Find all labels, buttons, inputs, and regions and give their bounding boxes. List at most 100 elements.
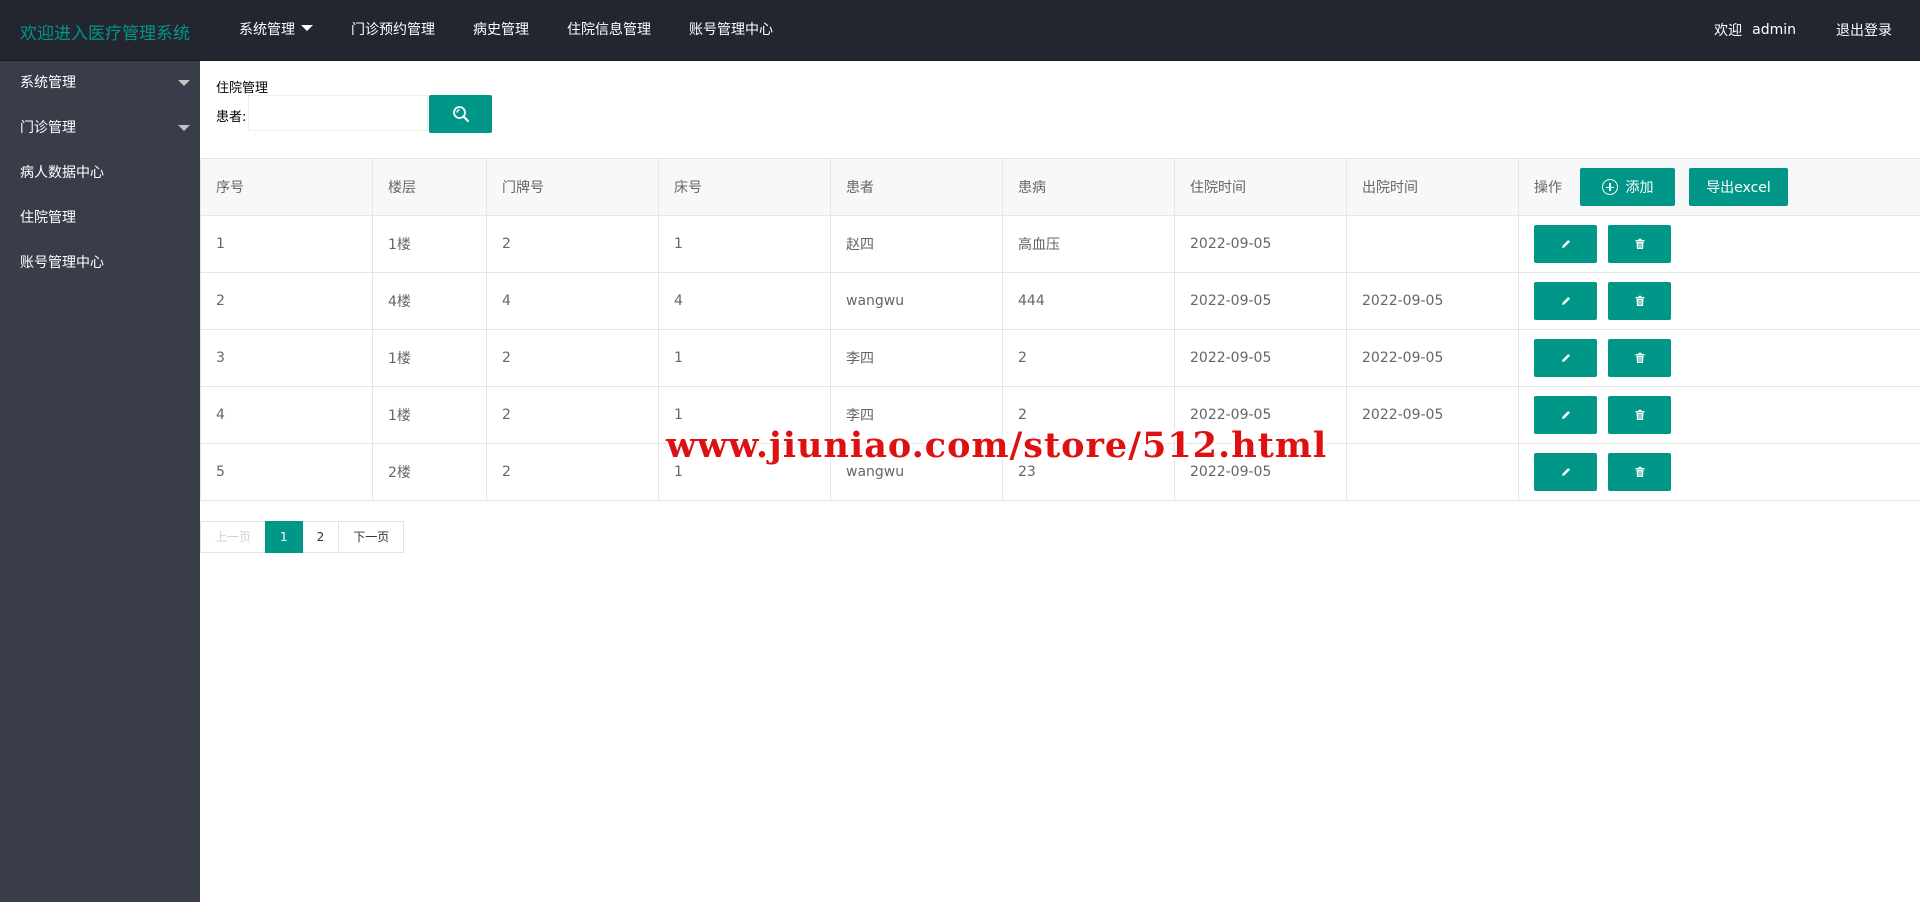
row-actions (1518, 272, 1920, 330)
table-cell: 2022-09-05 (1174, 386, 1347, 444)
username[interactable]: admin (1752, 22, 1796, 38)
table-cell: 2 (1002, 329, 1175, 387)
topnav-label: 住院信息管理 (567, 22, 651, 38)
row-actions (1518, 443, 1920, 501)
table-cell: 高血压 (1002, 215, 1175, 273)
page-title: 住院管理 (216, 81, 269, 96)
inpatient-table: 序号 楼层 门牌号 床号 患者 患病 住院时间 出院时间 操作 添加 导出exc… (200, 158, 1920, 501)
delete-button[interactable] (1608, 282, 1671, 320)
col-header: 住院时间 (1174, 158, 1347, 216)
table-cell: 3 (200, 329, 373, 387)
table-cell: 4 (200, 386, 373, 444)
pencil-icon (1560, 409, 1572, 421)
table-cell: 4楼 (372, 272, 487, 330)
topnav-label: 系统管理 (239, 22, 295, 38)
table-cell: 2 (486, 215, 659, 273)
table-cell: 444 (1002, 272, 1175, 330)
delete-button[interactable] (1608, 396, 1671, 434)
col-header: 序号 (200, 158, 373, 216)
topnav-item-appointment[interactable]: 门诊预约管理 (332, 0, 454, 60)
pencil-icon (1560, 466, 1572, 478)
prev-page-button[interactable]: 上一页 (200, 521, 267, 553)
table-cell (1346, 215, 1519, 273)
add-button[interactable]: 添加 (1580, 168, 1675, 206)
page-button-1[interactable]: 1 (265, 521, 303, 553)
table-cell: 4 (486, 272, 659, 330)
pagination: 上一页 1 2 下一页 (200, 521, 405, 553)
edit-button[interactable] (1534, 282, 1597, 320)
topnav-item-history[interactable]: 病史管理 (454, 0, 548, 60)
col-header: 出院时间 (1346, 158, 1519, 216)
table-cell: 2022-09-05 (1174, 215, 1347, 273)
pencil-icon (1560, 238, 1572, 250)
col-header: 患者 (830, 158, 1003, 216)
pencil-icon (1560, 352, 1572, 364)
table-cell: 1 (658, 329, 831, 387)
table-cell: 2 (486, 443, 659, 501)
table-cell: 1楼 (372, 215, 487, 273)
table-cell: wangwu (830, 443, 1003, 501)
edit-button[interactable] (1534, 225, 1597, 263)
trash-icon (1634, 409, 1646, 421)
table-cell: 2022-09-05 (1346, 386, 1519, 444)
next-page-button[interactable]: 下一页 (338, 521, 405, 553)
sidebar-item-outpatient[interactable]: 门诊管理 (0, 106, 200, 151)
edit-button[interactable] (1534, 396, 1597, 434)
col-header: 门牌号 (486, 158, 659, 216)
table-row: 2 4楼 4 4 wangwu 444 2022-09-05 2022-09-05 (200, 272, 1920, 330)
delete-button[interactable] (1608, 339, 1671, 377)
welcome-text: 欢迎 (1714, 23, 1743, 39)
table-cell: 23 (1002, 443, 1175, 501)
export-excel-button[interactable]: 导出excel (1689, 168, 1788, 206)
sidebar-item-label: 住院管理 (20, 210, 76, 226)
table-cell: 2楼 (372, 443, 487, 501)
topnav-item-account[interactable]: 账号管理中心 (670, 0, 792, 60)
chevron-down-icon (301, 25, 313, 31)
trash-icon (1634, 238, 1646, 250)
page-button-2[interactable]: 2 (301, 521, 340, 553)
edit-button[interactable] (1534, 339, 1597, 377)
sidebar-item-patient-data[interactable]: 病人数据中心 (0, 151, 200, 196)
sidebar-item-label: 系统管理 (20, 75, 76, 91)
table-cell: 1 (200, 215, 373, 273)
search-button[interactable] (429, 95, 492, 133)
table-cell: 1楼 (372, 386, 487, 444)
table-cell: 2022-09-05 (1174, 272, 1347, 330)
row-actions (1518, 215, 1920, 273)
app-logo-title: 欢迎进入医疗管理系统 (20, 24, 190, 44)
edit-button[interactable] (1534, 453, 1597, 491)
table-cell: 2022-09-05 (1346, 272, 1519, 330)
table-cell: 2 (1002, 386, 1175, 444)
topnav-item-inpatient[interactable]: 住院信息管理 (548, 0, 670, 60)
table-cell: 1 (658, 386, 831, 444)
chevron-down-icon (178, 80, 190, 86)
logout-link[interactable]: 退出登录 (1836, 20, 1892, 40)
table-cell: 1楼 (372, 329, 487, 387)
pencil-icon (1560, 295, 1572, 307)
delete-button[interactable] (1608, 225, 1671, 263)
trash-icon (1634, 352, 1646, 364)
topnav-label: 门诊预约管理 (351, 22, 435, 38)
col-header: 床号 (658, 158, 831, 216)
table-cell: 2022-09-05 (1174, 329, 1347, 387)
table-cell: wangwu (830, 272, 1003, 330)
sidebar-item-account[interactable]: 账号管理中心 (0, 241, 200, 286)
sidebar-item-system[interactable]: 系统管理 (0, 61, 200, 106)
topnav-item-system[interactable]: 系统管理 (220, 0, 332, 60)
chevron-down-icon (178, 125, 190, 131)
plus-circle-icon (1601, 179, 1618, 195)
search-input[interactable] (248, 95, 428, 131)
table-body: 1 1楼 2 1 赵四 高血压 2022-09-05 2 4楼 4 4 wangwu 444 2022-0… (200, 215, 1920, 501)
delete-button[interactable] (1608, 453, 1671, 491)
topnav-label: 病史管理 (473, 22, 529, 38)
sidebar-item-label: 门诊管理 (20, 120, 76, 136)
table-row: 3 1楼 2 1 李四 2 2022-09-05 2022-09-05 (200, 329, 1920, 387)
table-cell: 2 (200, 272, 373, 330)
sidebar-item-inpatient[interactable]: 住院管理 (0, 196, 200, 241)
topnav-label: 账号管理中心 (689, 22, 773, 38)
col-header: 患病 (1002, 158, 1175, 216)
table-cell: 2022-09-05 (1174, 443, 1347, 501)
table-header-row: 序号 楼层 门牌号 床号 患者 患病 住院时间 出院时间 操作 添加 导出exc… (200, 158, 1920, 216)
col-header-actions: 操作 添加 导出excel (1518, 158, 1920, 216)
table-cell: 4 (658, 272, 831, 330)
